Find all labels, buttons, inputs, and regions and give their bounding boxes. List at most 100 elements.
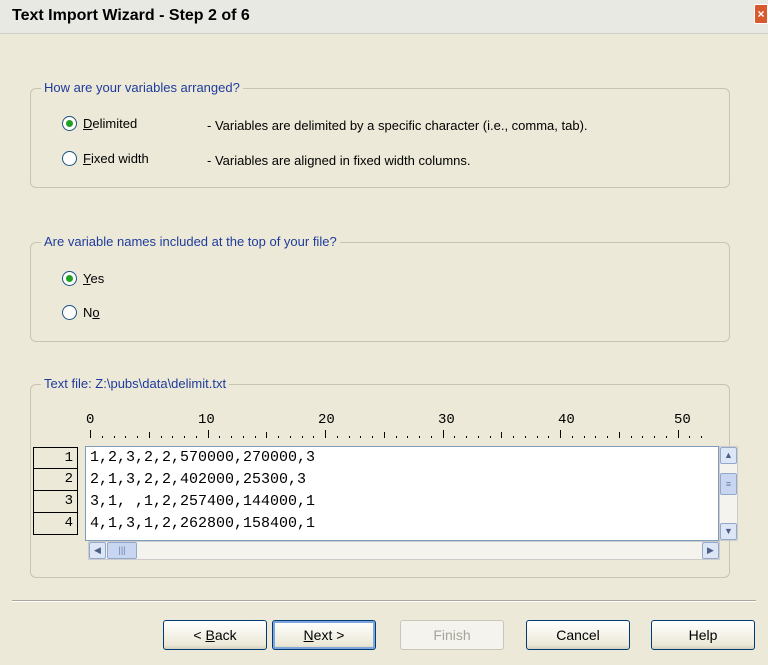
ruler-tick: [642, 436, 644, 438]
delimited-label: Delimited: [83, 116, 138, 131]
ruler-tick: [360, 436, 362, 438]
preview-line: 4,1,3,1,2,262800,158400,1: [90, 515, 316, 532]
radio-unselected-icon: [62, 151, 77, 166]
ruler-tick: [113, 436, 115, 438]
arrangement-group: How are your variables arranged?: [30, 80, 730, 188]
scroll-up-icon[interactable]: ▲: [720, 447, 737, 464]
ruler-tick: [677, 430, 679, 438]
radio-selected-icon: [62, 116, 77, 131]
text-file-legend: Text file: Z:\pubs\data\delimit.txt: [41, 376, 230, 391]
ruler-tick: [137, 436, 138, 438]
ruler-tick: [665, 436, 667, 438]
preview-line: 3,1, ,1,2,257400,144000,1: [90, 493, 316, 510]
ruler-tick: [513, 436, 514, 438]
ruler-tick: [395, 436, 397, 438]
scroll-right-icon[interactable]: ▶: [702, 542, 719, 559]
delimited-description: - Variables are delimited by a specific …: [207, 118, 588, 133]
fixed-width-description: - Variables are aligned in fixed width c…: [207, 153, 471, 168]
ruler-tick: [90, 430, 91, 438]
ruler-tick: [278, 436, 279, 438]
no-radio[interactable]: No: [62, 305, 100, 320]
title-bar: Text Import Wizard - Step 2 of 6 ×: [0, 0, 768, 34]
ruler-tick: [501, 432, 503, 438]
variable-names-legend: Are variable names included at the top o…: [41, 234, 340, 249]
row-number: 2: [33, 469, 78, 491]
ruler-tick: [524, 436, 526, 438]
yes-label: Yes: [83, 271, 105, 286]
ruler-tick: [125, 436, 127, 438]
back-button[interactable]: < Back: [163, 620, 267, 650]
ruler-label: 50: [674, 412, 691, 428]
ruler-label: 10: [198, 412, 215, 428]
yes-radio[interactable]: Yes: [62, 271, 104, 286]
ruler-tick: [607, 436, 608, 438]
column-ruler: 0 10 20 30 40 50: [86, 412, 720, 438]
ruler-tick: [466, 436, 467, 438]
horizontal-scroll-thumb[interactable]: |||: [107, 542, 137, 559]
ruler-tick: [583, 436, 585, 438]
ruler-tick: [242, 436, 244, 438]
ruler-tick: [348, 436, 350, 438]
ruler-tick: [489, 436, 491, 438]
cancel-button[interactable]: Cancel: [526, 620, 630, 650]
preview-line: 1,2,3,2,2,570000,270000,3: [90, 449, 316, 466]
arrangement-legend: How are your variables arranged?: [41, 80, 243, 95]
ruler-tick: [630, 436, 632, 438]
preview-line: 2,1,3,2,2,402000,25300,3: [90, 471, 307, 488]
ruler-tick: [548, 436, 550, 438]
ruler-tick: [536, 436, 538, 438]
ruler-tick: [407, 436, 409, 438]
ruler-tick: [477, 436, 479, 438]
vertical-scroll-thumb[interactable]: ≡: [720, 473, 737, 495]
row-number-column: 1 2 3 4: [33, 447, 78, 535]
ruler-tick: [442, 430, 444, 438]
ruler-tick: [219, 436, 221, 438]
radio-selected-icon: [62, 271, 77, 286]
ruler-tick: [430, 436, 432, 438]
window-title: Text Import Wizard - Step 2 of 6: [12, 7, 250, 24]
delimited-radio[interactable]: Delimited: [62, 116, 137, 131]
help-button[interactable]: Help: [651, 620, 755, 650]
variable-names-group: Are variable names included at the top o…: [30, 234, 730, 342]
ruler-tick: [195, 436, 197, 438]
close-icon[interactable]: ×: [754, 4, 768, 24]
ruler-tick: [595, 436, 597, 438]
ruler-tick: [618, 432, 620, 438]
row-number: 3: [33, 491, 78, 513]
fixed-width-label: Fixed width: [83, 151, 149, 166]
ruler-tick: [148, 432, 150, 438]
horizontal-scrollbar[interactable]: ◀ ||| ▶: [88, 541, 720, 560]
ruler-tick: [454, 436, 456, 438]
ruler-label: 40: [558, 412, 575, 428]
ruler-tick: [560, 430, 561, 438]
scroll-down-icon[interactable]: ▼: [720, 523, 737, 540]
ruler-tick: [419, 436, 420, 438]
ruler-tick: [184, 436, 185, 438]
scroll-left-icon[interactable]: ◀: [89, 542, 106, 559]
ruler-label: 20: [318, 412, 335, 428]
ruler-tick: [231, 436, 232, 438]
vertical-scrollbar[interactable]: ▲ ≡ ▼: [719, 446, 738, 541]
ruler-tick: [160, 436, 162, 438]
ruler-tick: [689, 436, 691, 438]
ruler-tick: [207, 430, 209, 438]
ruler-tick: [325, 430, 326, 438]
ruler-tick: [701, 436, 702, 438]
ruler-tick: [654, 436, 655, 438]
file-preview-pane[interactable]: 1,2,3,2,2,570000,270000,3 2,1,3,2,2,4020…: [85, 446, 719, 541]
finish-button: Finish: [400, 620, 504, 650]
ruler-tick: [301, 436, 303, 438]
fixed-width-radio[interactable]: Fixed width: [62, 151, 149, 166]
row-number: 1: [33, 447, 78, 469]
ruler-tick: [266, 432, 268, 438]
ruler-tick: [336, 436, 338, 438]
ruler-tick: [313, 436, 315, 438]
ruler-tick: [383, 432, 385, 438]
ruler-tick: [101, 436, 103, 438]
no-label: No: [83, 305, 100, 320]
next-button[interactable]: Next >: [272, 620, 376, 650]
ruler-label: 30: [438, 412, 455, 428]
ruler-tick: [254, 436, 256, 438]
ruler-tick: [289, 436, 291, 438]
ruler-tick: [571, 436, 573, 438]
